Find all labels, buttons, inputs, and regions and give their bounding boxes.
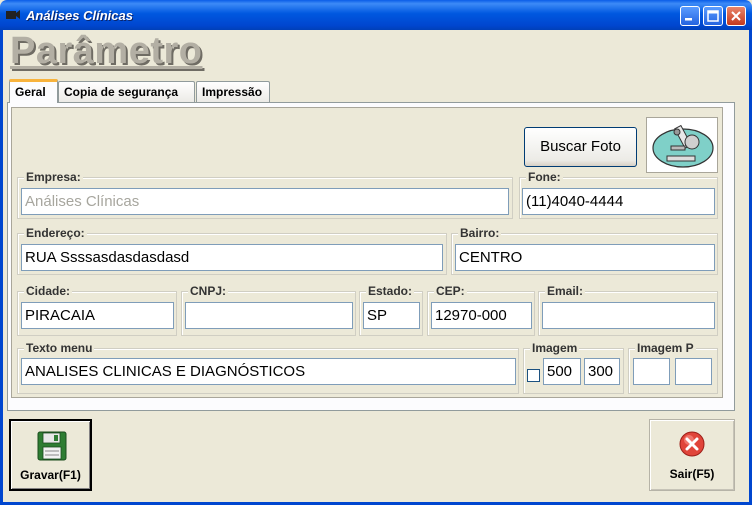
- empresa-label: Empresa:: [24, 170, 83, 184]
- imagem-width-field[interactable]: 500: [543, 358, 581, 385]
- window-title: Análises Clínicas: [26, 8, 133, 23]
- floppy-disk-icon: [37, 431, 67, 461]
- sair-button[interactable]: Sair(F5): [649, 419, 735, 491]
- empresa-field[interactable]: Análises Clínicas: [21, 188, 509, 215]
- imagem-p-width-field[interactable]: [633, 358, 670, 385]
- title-bar: Análises Clínicas: [0, 0, 752, 30]
- page-title: Parâmetro: [10, 30, 203, 72]
- fone-label: Fone:: [526, 170, 563, 184]
- cidade-label: Cidade:: [24, 284, 73, 298]
- texto-menu-label: Texto menu: [24, 341, 95, 355]
- cnpj-label: CNPJ:: [188, 284, 229, 298]
- cep-label: CEP:: [434, 284, 467, 298]
- endereco-label: Endereço:: [24, 226, 87, 240]
- app-icon: [6, 10, 20, 19]
- cidade-field[interactable]: PIRACAIA: [21, 302, 174, 329]
- tab-impressao[interactable]: Impressão: [196, 81, 270, 102]
- imagem-checkbox[interactable]: [527, 369, 540, 382]
- bairro-field[interactable]: CENTRO: [455, 244, 715, 271]
- sair-button-label: Sair(F5): [669, 467, 715, 481]
- tab-geral[interactable]: Geral: [9, 79, 58, 103]
- microscope-icon: [652, 124, 714, 168]
- minimize-button[interactable]: [680, 6, 700, 26]
- endereco-field[interactable]: RUA Ssssasdasdasdasd: [21, 244, 443, 271]
- bairro-label: Bairro:: [458, 226, 502, 240]
- texto-menu-field[interactable]: ANALISES CLINICAS E DIAGNÓSTICOS: [21, 358, 516, 385]
- estado-field[interactable]: SP: [363, 302, 420, 329]
- close-button[interactable]: [726, 6, 746, 26]
- imagem-height-field[interactable]: 300: [584, 358, 620, 385]
- estado-label: Estado:: [366, 284, 415, 298]
- maximize-button[interactable]: [703, 6, 723, 26]
- imagem-label: Imagem: [530, 341, 580, 355]
- imagem-p-height-field[interactable]: [675, 358, 712, 385]
- email-label: Email:: [545, 284, 586, 298]
- cep-field[interactable]: 12970-000: [431, 302, 532, 329]
- window-frame-left: [0, 30, 3, 505]
- logo-image-frame: [646, 117, 718, 173]
- buscar-foto-button[interactable]: Buscar Foto: [524, 127, 637, 167]
- gravar-button[interactable]: Gravar(F1): [9, 419, 92, 491]
- cnpj-field[interactable]: [185, 302, 353, 329]
- gravar-button-label: Gravar(F1): [20, 468, 81, 482]
- imagem-p-label: Imagem P: [635, 341, 696, 355]
- red-x-icon: [679, 431, 705, 457]
- tab-copia-de-seguranca[interactable]: Copia de segurança: [58, 81, 195, 102]
- fone-field[interactable]: (11)4040-4444: [522, 188, 715, 215]
- email-field[interactable]: [542, 302, 715, 329]
